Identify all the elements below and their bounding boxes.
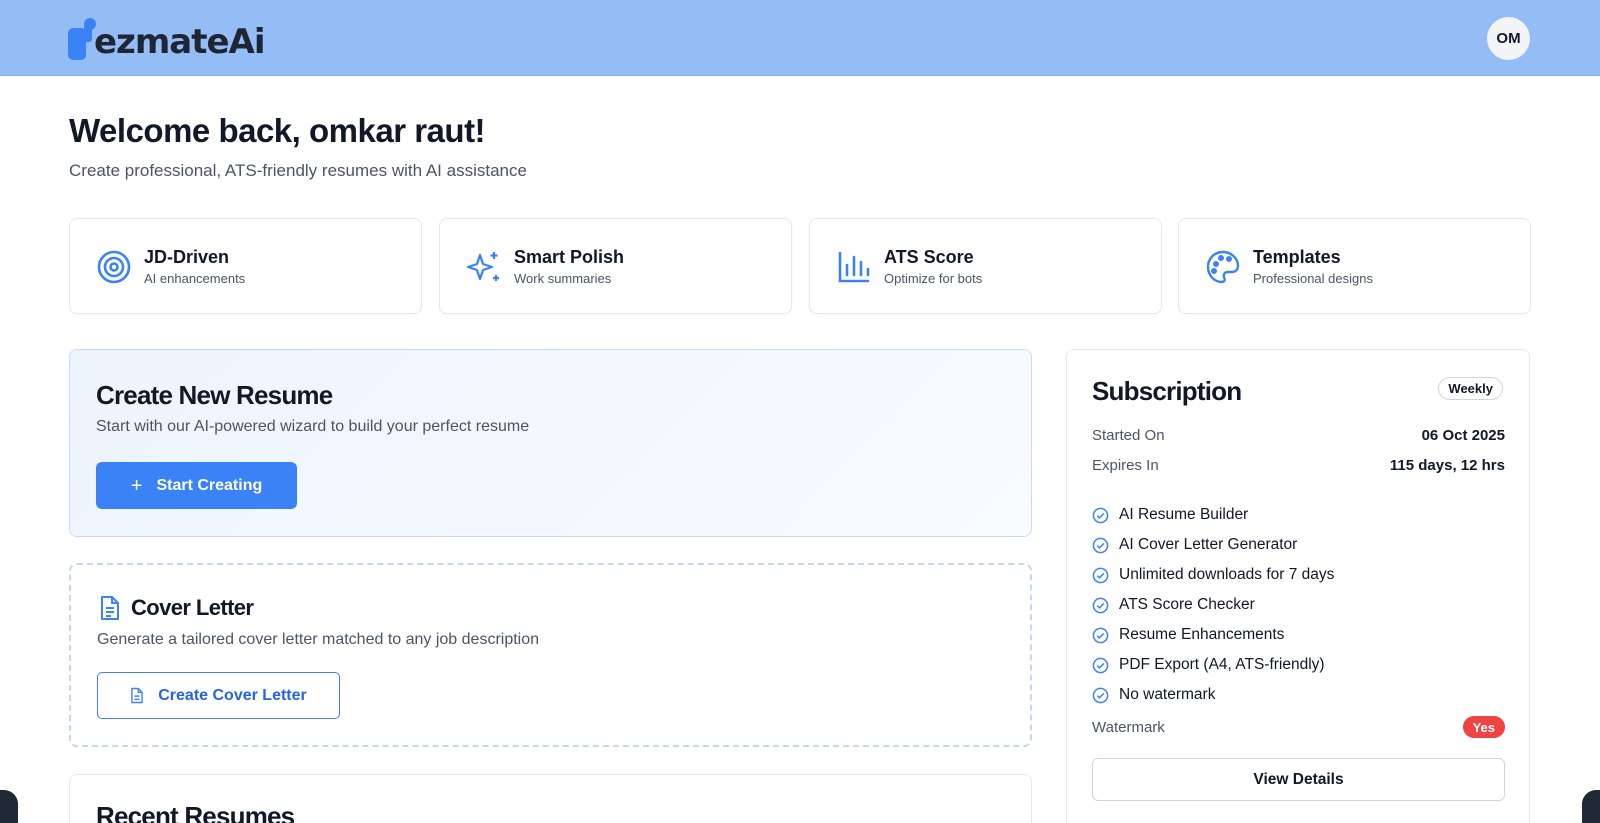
user-avatar[interactable]: OM (1487, 17, 1530, 60)
recent-resumes-card: Recent Resumes (69, 774, 1032, 823)
plan-feature-label: No watermark (1119, 686, 1216, 703)
plan-features-list: AI Resume Builder AI Cover Letter Genera… (1092, 500, 1334, 710)
create-resume-card: Create New Resume Start with our AI-powe… (69, 349, 1032, 537)
start-creating-label: Start Creating (156, 476, 263, 494)
watermark-label: Watermark (1092, 718, 1165, 736)
app-logo[interactable]: ezmateAi (68, 16, 265, 62)
feature-card-ats-score[interactable]: ATS Score Optimize for bots (809, 218, 1162, 314)
plus-icon: + (130, 474, 143, 497)
document-icon (131, 687, 144, 704)
check-circle-icon (1092, 537, 1109, 553)
check-circle-icon (1092, 567, 1109, 583)
plan-feature-item: AI Cover Letter Generator (1092, 530, 1334, 560)
plan-feature-label: PDF Export (A4, ATS-friendly) (1119, 656, 1325, 673)
expires-in-row: Expires In 115 days, 12 hrs (1092, 457, 1505, 474)
watermark-row: Watermark Yes (1092, 716, 1505, 738)
create-resume-subtitle: Start with our AI-powered wizard to buil… (96, 418, 530, 435)
plan-feature-item: AI Resume Builder (1092, 500, 1334, 530)
welcome-heading: Welcome back, omkar raut! (69, 112, 486, 149)
welcome-subtitle: Create professional, ATS-friendly resume… (69, 161, 527, 180)
sparkles-icon (466, 252, 499, 281)
logo-mark-icon (68, 18, 96, 60)
create-resume-title: Create New Resume (96, 380, 333, 410)
plan-feature-label: ATS Score Checker (1119, 596, 1255, 613)
feature-subtitle: AI enhancements (144, 271, 246, 286)
plan-feature-label: Unlimited downloads for 7 days (1119, 566, 1335, 583)
expires-in-value: 115 days, 12 hrs (1389, 457, 1505, 474)
started-on-row: Started On 06 Oct 2025 (1092, 427, 1505, 444)
feature-title: JD-Driven (144, 247, 230, 267)
target-icon (97, 250, 131, 284)
view-details-button[interactable]: View Details (1092, 758, 1505, 801)
bar-chart-icon (838, 251, 870, 283)
cover-letter-title: Cover Letter (131, 595, 254, 620)
started-on-value: 06 Oct 2025 (1421, 427, 1505, 444)
subscription-card: Subscription Weekly Started On 06 Oct 20… (1066, 349, 1530, 823)
logo-text: ezmateAi (94, 22, 265, 62)
plan-feature-item: ATS Score Checker (1092, 590, 1334, 620)
palette-icon (1206, 250, 1240, 284)
window-corner (0, 790, 18, 823)
started-on-label: Started On (1092, 427, 1165, 444)
document-icon (101, 596, 119, 620)
feature-title: ATS Score (884, 247, 974, 267)
check-circle-icon (1092, 597, 1109, 613)
watermark-status-badge: Yes (1462, 716, 1505, 738)
feature-subtitle: Optimize for bots (884, 271, 983, 286)
plan-feature-item: Unlimited downloads for 7 days (1092, 560, 1334, 590)
plan-feature-label: AI Cover Letter Generator (1119, 536, 1298, 553)
cover-letter-card: Cover Letter Generate a tailored cover l… (69, 563, 1032, 747)
plan-badge: Weekly (1438, 377, 1503, 400)
start-creating-button[interactable]: + Start Creating (96, 462, 297, 509)
feature-card-jd-driven[interactable]: JD-Driven AI enhancements (69, 218, 422, 314)
feature-card-smart-polish[interactable]: Smart Polish Work summaries (439, 218, 792, 314)
plan-feature-item: PDF Export (A4, ATS-friendly) (1092, 650, 1334, 680)
check-circle-icon (1092, 687, 1109, 703)
subscription-title: Subscription (1092, 376, 1242, 406)
create-cover-letter-button[interactable]: Create Cover Letter (97, 672, 340, 719)
cover-letter-subtitle: Generate a tailored cover letter matched… (97, 631, 540, 648)
feature-subtitle: Professional designs (1253, 271, 1373, 286)
plan-feature-item: No watermark (1092, 680, 1334, 710)
create-cover-letter-label: Create Cover Letter (158, 686, 307, 704)
top-navbar: ezmateAi OM (0, 0, 1600, 76)
plan-feature-label: AI Resume Builder (1119, 506, 1249, 523)
plan-feature-label: Resume Enhancements (1119, 626, 1285, 643)
feature-title: Smart Polish (514, 247, 625, 267)
feature-subtitle: Work summaries (514, 271, 612, 286)
dashboard-main: Welcome back, omkar raut! Create profess… (0, 76, 1600, 823)
expires-in-label: Expires In (1092, 457, 1159, 474)
plan-feature-item: Resume Enhancements (1092, 620, 1334, 650)
window-corner (1582, 790, 1600, 823)
check-circle-icon (1092, 507, 1109, 523)
feature-card-templates[interactable]: Templates Professional designs (1178, 218, 1531, 314)
check-circle-icon (1092, 657, 1109, 673)
check-circle-icon (1092, 627, 1109, 643)
feature-title: Templates (1253, 247, 1341, 267)
recent-resumes-title: Recent Resumes (96, 801, 295, 823)
